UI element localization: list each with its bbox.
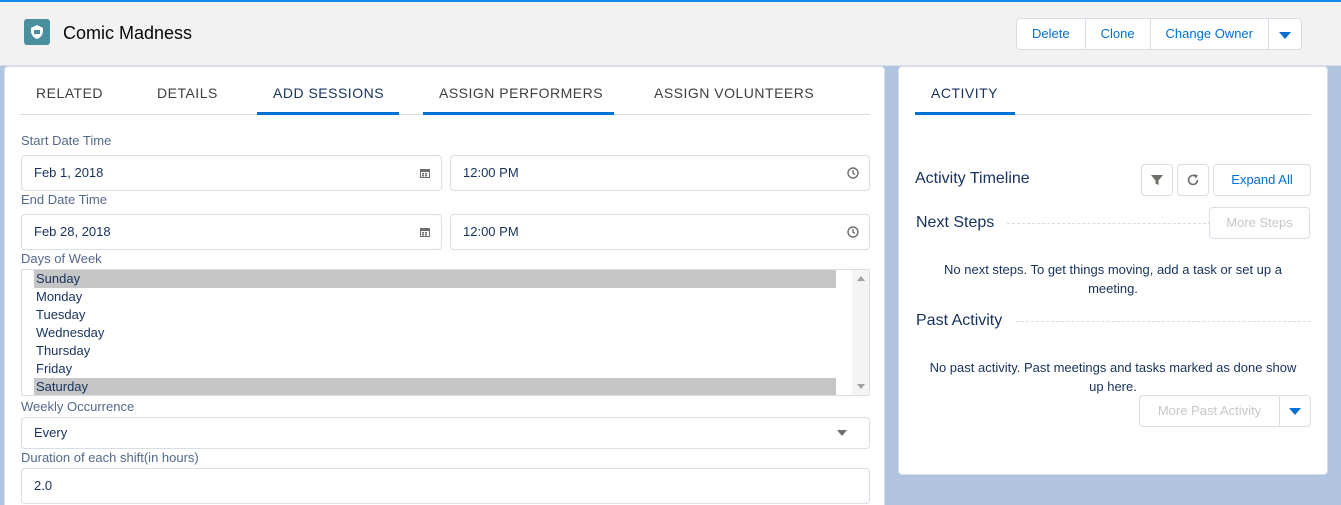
- day-option-friday[interactable]: Friday: [34, 360, 836, 378]
- past-activity-empty-message: No past activity. Past meetings and task…: [915, 358, 1311, 396]
- chevron-down-icon: [1279, 32, 1291, 39]
- day-option-sunday[interactable]: Sunday: [34, 270, 836, 288]
- tab-assign-performers[interactable]: Assign Performers: [439, 85, 603, 115]
- start-time-input[interactable]: 12:00 PM: [450, 155, 870, 191]
- end-date-value: Feb 28, 2018: [34, 224, 111, 239]
- next-steps-empty-line-1: No next steps. To get things moving, add…: [944, 262, 1282, 277]
- past-activity-title: Past Activity: [916, 312, 1003, 329]
- tab-assign-volunteers[interactable]: Assign Volunteers: [654, 85, 814, 115]
- day-option-saturday[interactable]: Saturday: [34, 378, 836, 395]
- refresh-button[interactable]: [1177, 164, 1209, 196]
- refresh-icon: [1187, 174, 1199, 186]
- calendar-icon[interactable]: [419, 226, 431, 238]
- record-title: Comic Madness: [63, 23, 193, 43]
- day-option-tuesday[interactable]: Tuesday: [34, 306, 836, 324]
- scroll-down-icon[interactable]: [857, 384, 865, 389]
- end-time-input[interactable]: 12:00 PM: [450, 214, 870, 250]
- end-time-value: 12:00 PM: [463, 224, 519, 239]
- days-of-week-listbox[interactable]: Sunday Monday Tuesday Wednesday Thursday…: [21, 269, 870, 396]
- day-option-monday[interactable]: Monday: [34, 288, 836, 306]
- listbox-scrollbar[interactable]: [852, 270, 869, 395]
- start-time-value: 12:00 PM: [463, 165, 519, 180]
- calendar-icon[interactable]: [419, 167, 431, 179]
- filter-button[interactable]: [1141, 164, 1173, 196]
- more-actions-button[interactable]: [1269, 19, 1301, 49]
- chevron-down-icon: [1289, 408, 1301, 415]
- tab-add-sessions-underline: [257, 112, 399, 115]
- duration-label: Duration of each shift(in hours): [21, 450, 199, 465]
- expand-all-button[interactable]: Expand All: [1213, 164, 1311, 196]
- change-owner-button[interactable]: Change Owner: [1151, 19, 1269, 49]
- tab-activity-underline: [915, 112, 1015, 115]
- clock-icon[interactable]: [847, 167, 859, 179]
- past-activity-empty-line-2: up here.: [1089, 379, 1137, 394]
- end-date-time-label: End Date Time: [21, 192, 107, 207]
- past-activity-empty-line-1: No past activity. Past meetings and task…: [929, 360, 1297, 375]
- weekly-occurrence-value: Every: [34, 425, 68, 440]
- activity-card: Activity Activity Timeline Expand All Ne…: [898, 66, 1328, 475]
- end-date-input[interactable]: Feb 28, 2018: [21, 214, 442, 250]
- activity-timeline-title: Activity Timeline: [915, 170, 1030, 187]
- duration-input[interactable]: 2.0: [21, 468, 870, 504]
- filter-icon: [1151, 175, 1163, 185]
- chevron-down-icon: [837, 430, 847, 436]
- more-past-activity-button[interactable]: More Past Activity: [1139, 395, 1280, 427]
- tab-related[interactable]: Related: [36, 85, 103, 115]
- record-header: Comic Madness Delete Clone Change Owner: [0, 2, 1341, 66]
- start-date-value: Feb 1, 2018: [34, 165, 104, 180]
- record-type-icon: [24, 19, 50, 45]
- day-option-thursday[interactable]: Thursday: [34, 342, 836, 360]
- tab-activity[interactable]: Activity: [931, 85, 998, 115]
- weekly-occurrence-label: Weekly Occurrence: [21, 399, 135, 414]
- day-option-wednesday[interactable]: Wednesday: [34, 324, 836, 342]
- next-steps-empty-line-2: meeting.: [1088, 281, 1138, 296]
- start-date-input[interactable]: Feb 1, 2018: [21, 155, 442, 191]
- clone-button[interactable]: Clone: [1086, 19, 1151, 49]
- past-activity-menu-button[interactable]: [1279, 395, 1311, 427]
- start-date-time-label: Start Date Time: [21, 133, 112, 148]
- tab-add-sessions[interactable]: Add Sessions: [273, 85, 384, 115]
- activity-tabs: Activity: [915, 67, 1311, 115]
- clock-icon[interactable]: [847, 226, 859, 238]
- next-steps-title: Next Steps: [916, 214, 995, 231]
- days-of-week-label: Days of Week: [21, 251, 102, 266]
- more-steps-button[interactable]: More Steps: [1209, 207, 1310, 239]
- divider: [1016, 321, 1311, 322]
- record-detail-card: Related Details Add Sessions Assign Perf…: [4, 66, 885, 505]
- tab-details[interactable]: Details: [157, 85, 218, 115]
- weekly-occurrence-select[interactable]: Every: [21, 417, 870, 449]
- scroll-up-icon[interactable]: [857, 276, 865, 281]
- divider: [1007, 223, 1211, 224]
- duration-value: 2.0: [34, 478, 53, 493]
- tab-assign-performers-underline: [423, 112, 614, 115]
- record-tabs: Related Details Add Sessions Assign Perf…: [20, 67, 870, 115]
- record-actions: Delete Clone Change Owner: [1016, 18, 1302, 50]
- next-steps-empty-message: No next steps. To get things moving, add…: [915, 260, 1311, 298]
- delete-button[interactable]: Delete: [1017, 19, 1086, 49]
